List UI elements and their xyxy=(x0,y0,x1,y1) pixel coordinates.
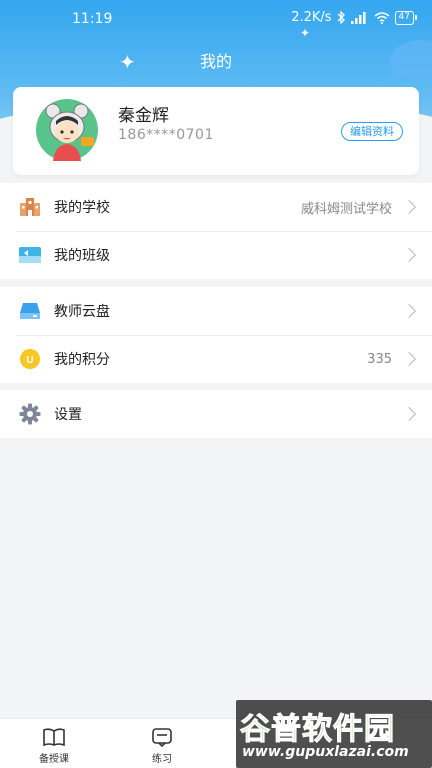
watermark-logo: 谷普软件园 www.gupuxlazai.com xyxy=(236,700,432,768)
menu-item-my-class[interactable]: 我的班级 xyxy=(0,231,432,279)
menu-label: 设置 xyxy=(54,407,82,423)
school-icon xyxy=(18,195,42,219)
wifi-icon xyxy=(374,11,390,24)
status-time: 11:19 xyxy=(72,11,113,27)
menu-label: 我的学校 xyxy=(54,200,110,216)
menu-label: 我的班级 xyxy=(54,248,110,264)
menu-item-settings[interactable]: 设置 xyxy=(0,390,432,438)
book-icon xyxy=(43,728,65,747)
school-name: 威科姆测试学校 xyxy=(300,201,392,217)
watermark-title: 谷普软件园 xyxy=(240,712,395,748)
points-icon: U xyxy=(18,347,42,371)
battery-icon: 47 xyxy=(394,10,418,25)
menu-item-my-school[interactable]: 我的学校 威科姆测试学校 xyxy=(0,183,432,231)
class-icon xyxy=(18,243,42,267)
points-value: 335 xyxy=(367,351,392,367)
tab-label: 备授课 xyxy=(39,754,69,765)
menu-group-resources: 教师云盘 U 我的积分 335 xyxy=(0,287,432,383)
bluetooth-icon xyxy=(337,11,345,24)
chevron-right-icon xyxy=(401,199,417,215)
tab-lesson-prep[interactable]: 备授课 xyxy=(0,719,108,768)
menu-label: 我的积分 xyxy=(54,352,110,368)
tab-practice[interactable]: 练习 xyxy=(108,719,216,768)
user-name: 秦金辉 xyxy=(118,106,169,126)
status-indicators: 2.2K/s 47 xyxy=(291,10,418,25)
menu-group-school: 我的学校 威科姆测试学校 我的班级 xyxy=(0,183,432,279)
menu-label: 教师云盘 xyxy=(54,304,110,320)
page-title: 我的 xyxy=(199,52,232,71)
menu-group-settings: 设置 xyxy=(0,390,432,438)
signal-icon xyxy=(350,11,366,24)
edit-profile-button[interactable]: 编辑资料 xyxy=(341,122,403,141)
menu-item-cloud-disk[interactable]: 教师云盘 xyxy=(0,287,432,335)
menu-item-my-points[interactable]: U 我的积分 335 xyxy=(0,335,432,383)
svg-text:U: U xyxy=(26,355,33,366)
network-speed: 2.2K/s xyxy=(291,10,332,25)
tab-label: 练习 xyxy=(152,754,172,765)
gear-icon xyxy=(18,402,42,426)
watermark-url: www.gupuxlazai.com xyxy=(242,744,409,760)
user-phone: 186****0701 xyxy=(118,127,214,143)
chevron-right-icon xyxy=(401,406,417,422)
status-bar: 11:19 2.2K/s 47 xyxy=(0,0,432,38)
cloud-disk-icon xyxy=(18,299,42,323)
chevron-right-icon xyxy=(401,351,417,367)
profile-card[interactable]: 秦金辉 186****0701 编辑资料 xyxy=(13,87,419,175)
avatar[interactable] xyxy=(29,99,105,161)
practice-icon xyxy=(152,728,172,747)
chevron-right-icon xyxy=(401,303,417,319)
chevron-right-icon xyxy=(401,247,417,263)
